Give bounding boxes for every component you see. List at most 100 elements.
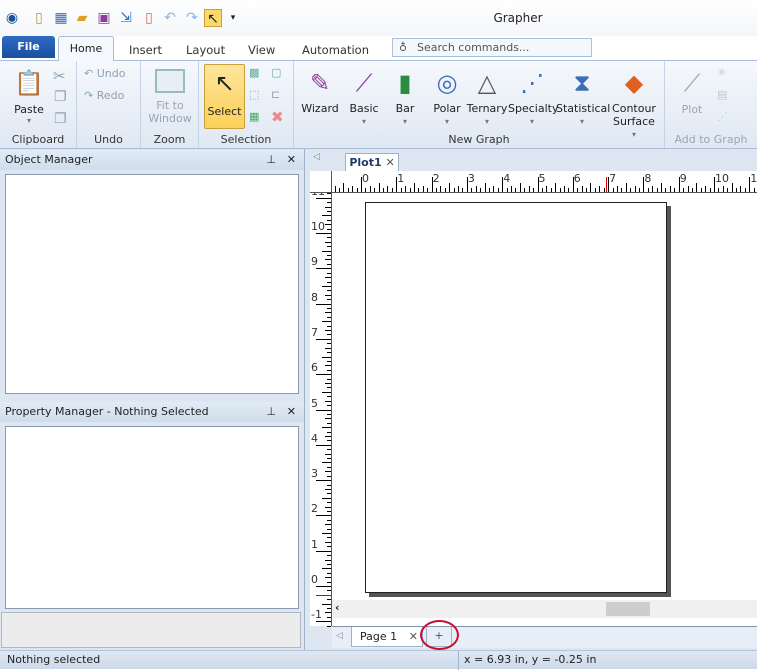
new-graph-bar-button[interactable]: ▮ Bar ▾ (388, 67, 422, 128)
tab-insert[interactable]: Insert (129, 40, 162, 60)
ruler-tick (327, 325, 331, 327)
redo-button[interactable]: ↷ Redo (84, 89, 124, 102)
group-new-graph: ✎ Wizard ⟋ Basic ▾ ▮ Bar ▾ ◎ Polar ▾ △ Ternary ▾ ⋰ Spec… (294, 61, 665, 148)
new-graph-specialty-button[interactable]: ⋰ Specialty ▾ (508, 67, 559, 128)
ruler-tick (327, 546, 331, 548)
undo-button[interactable]: ↶ Undo (84, 67, 125, 80)
button-label: Wizard (301, 102, 339, 115)
tab-file[interactable]: File (2, 36, 55, 58)
ruler-tick (638, 188, 640, 192)
cut-icon[interactable]: ✂ (53, 67, 66, 85)
ruler-tick (497, 188, 499, 192)
add-legend-icon[interactable]: ▤ (717, 88, 727, 101)
group-add-to-graph: ⟋ Plot ✳ ▤ ⋰ Add to Graph (665, 61, 757, 148)
ruler-tick (325, 435, 331, 437)
ruler-tick (630, 188, 632, 192)
copy-icon[interactable]: ❐ (54, 89, 67, 105)
add-fit-icon[interactable]: ⋰ (717, 110, 728, 123)
close-icon[interactable]: ✕ (287, 150, 296, 170)
ruler-label: -1 (311, 608, 322, 622)
tab-view[interactable]: View (248, 40, 275, 60)
redo-label: Redo (96, 89, 125, 102)
select-all-icon[interactable]: ▦ (249, 110, 259, 123)
ruler-tick (387, 186, 389, 192)
ruler-tick (327, 537, 331, 539)
tab-automation[interactable]: Automation (302, 40, 369, 60)
paste-special-icon[interactable]: ❐ (54, 111, 67, 127)
ruler-tick (325, 471, 331, 473)
tab-home[interactable]: Home (58, 36, 114, 61)
ruler-tick (484, 183, 486, 192)
object-manager-tree[interactable] (5, 174, 299, 394)
ruler-tick (453, 188, 455, 192)
new-graph-polar-button[interactable]: ◎ Polar ▾ (428, 67, 466, 128)
ruler-tick (691, 188, 693, 192)
ruler-label: 11 (750, 172, 757, 185)
add-plot-icon: ⟋ (683, 69, 701, 97)
ruler-tick (327, 396, 331, 398)
fit-to-window-button[interactable]: Fit to Window (143, 69, 197, 125)
ruler-tick (327, 519, 331, 521)
deselect-icon[interactable]: ✖ (271, 108, 284, 126)
ruler-tick (488, 188, 490, 192)
new-graph-ternary-button[interactable]: △ Ternary ▾ (466, 67, 508, 128)
close-icon[interactable]: ✕ (287, 402, 296, 422)
ruler-tick (524, 188, 526, 192)
fit-window-icon (155, 69, 185, 93)
button-label: Specialty (508, 102, 559, 115)
annotation-circle (420, 620, 459, 650)
close-tab-icon[interactable]: ✕ (385, 156, 394, 169)
select-edge-icon[interactable]: ⊏ (271, 88, 280, 101)
undo-label: Undo (96, 67, 126, 80)
ruler-tick (462, 188, 464, 192)
ruler-tick (722, 186, 724, 192)
pin-icon[interactable]: ⊥ (266, 402, 276, 422)
ruler-label: 7 (311, 325, 318, 339)
paste-button[interactable]: 📋 Paste ▾ (8, 67, 50, 125)
select-region-icon[interactable]: ⬚ (249, 88, 259, 101)
new-graph-contour-surface-button[interactable]: ◆ Contour Surface ▾ (608, 67, 660, 141)
ruler-tick (316, 338, 331, 340)
select-block-icon[interactable]: ▢ (271, 66, 281, 79)
object-manager-title: Object Manager (5, 153, 93, 166)
select-button[interactable]: ↖ Select (204, 64, 245, 129)
ruler-label: 1 (397, 172, 405, 185)
ruler-label: 4 (503, 172, 511, 185)
select-inside-icon[interactable]: ▩ (249, 66, 259, 79)
tab-page-1[interactable]: Page 1 ✕ (351, 627, 423, 647)
scroll-left-icon[interactable]: ‹ (335, 601, 340, 614)
ruler-tick (327, 625, 331, 627)
ruler-tick (338, 188, 340, 192)
ruler-tick (352, 186, 354, 192)
new-graph-basic-button[interactable]: ⟋ Basic ▾ (342, 67, 386, 128)
group-selection: ↖ Select ▩ ▢ ⬚ ⊏ ▦ ✖ Selection (199, 61, 294, 148)
new-graph-statistical-button[interactable]: ⧗ Statistical ▾ (556, 67, 610, 128)
search-commands-input[interactable]: ♁ Search commands... (392, 38, 592, 57)
ruler-tick (391, 188, 393, 192)
tab-layout[interactable]: Layout (186, 40, 225, 60)
ruler-tick (325, 206, 331, 208)
basic-graph-icon: ⟋ (355, 69, 373, 97)
close-page-icon[interactable]: ✕ (409, 630, 418, 643)
ruler-tick (316, 621, 331, 623)
ruler-tick (327, 255, 331, 257)
pin-icon[interactable]: ⊥ (266, 150, 276, 170)
ruler-tick (322, 603, 331, 605)
page-scroll-left-icon[interactable]: ◁ (336, 631, 343, 641)
add-axis-icon[interactable]: ✳ (717, 66, 726, 79)
ruler-tick (731, 183, 733, 192)
new-graph-wizard-button[interactable]: ✎ Wizard (298, 67, 342, 115)
plot-button[interactable]: ⟋ Plot (670, 67, 714, 116)
ruler-tick (327, 581, 331, 583)
ruler-tick (378, 183, 380, 192)
ruler-label: 3 (467, 172, 475, 185)
undo-icon: ↶ (84, 67, 97, 80)
ruler-tick (322, 533, 331, 535)
tab-scroll-left-icon[interactable]: ◁ (313, 152, 320, 162)
property-manager-grid[interactable] (5, 426, 299, 609)
ruler-tick (327, 484, 331, 486)
horizontal-scrollbar[interactable]: ‹ (332, 600, 757, 618)
tab-plot1[interactable]: Plot1 ✕ (345, 153, 399, 171)
page[interactable] (365, 202, 667, 593)
scrollbar-thumb[interactable] (606, 602, 650, 616)
